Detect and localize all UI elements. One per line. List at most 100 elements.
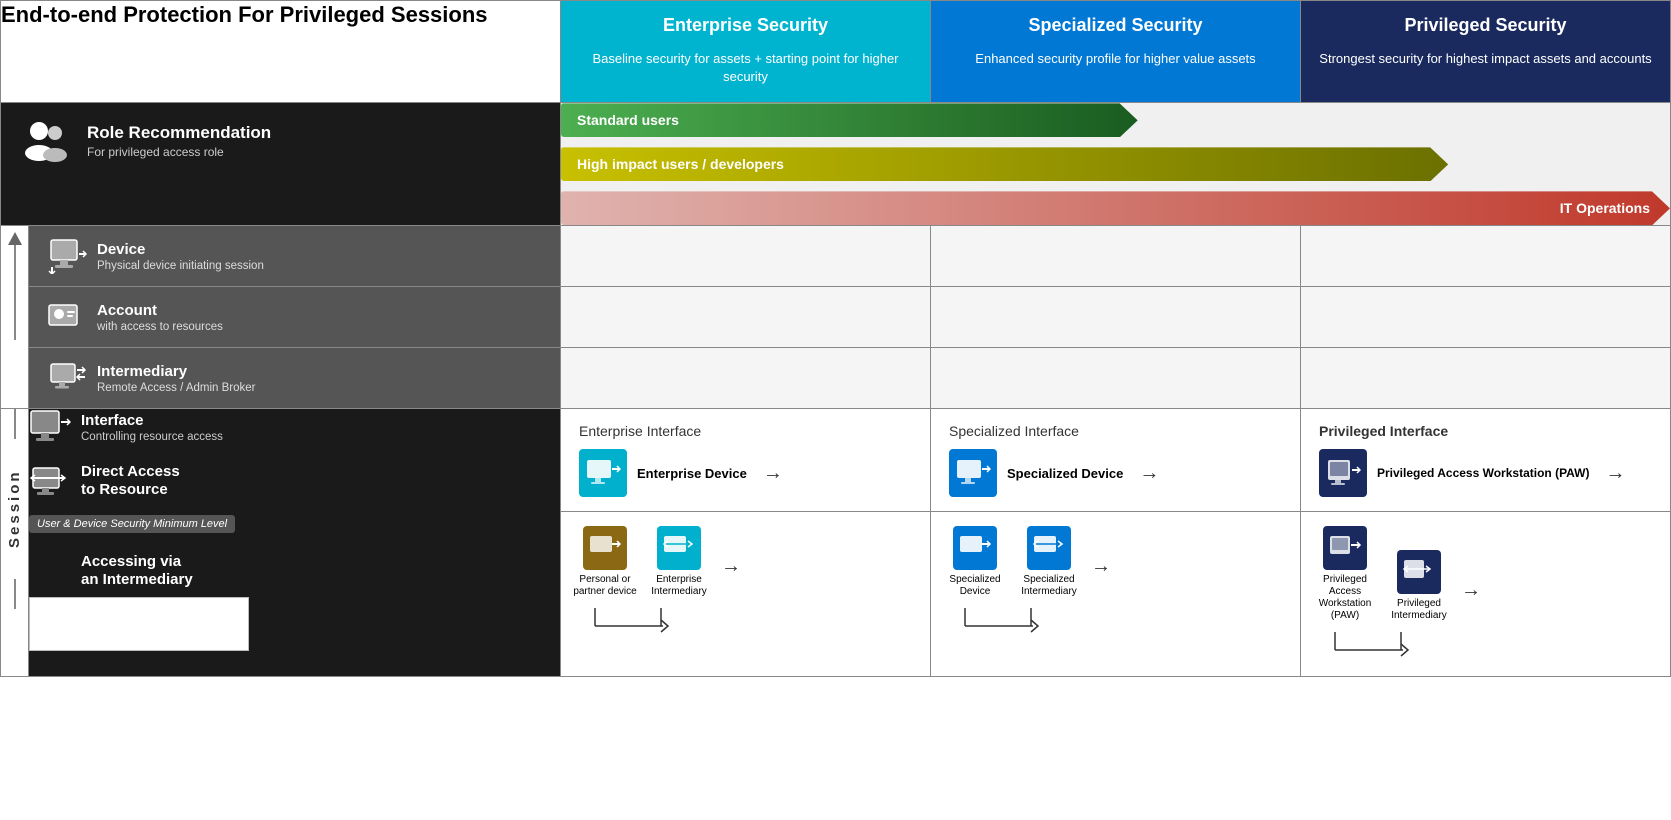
- intermediary-privileged: [1301, 348, 1671, 409]
- specialized-via-arrow: →: [1091, 555, 1111, 578]
- priv-via-dev1-icon: [1328, 534, 1362, 562]
- specialized-interface-label: Specialized Interface: [949, 423, 1282, 439]
- privileged-interface-label: Privileged Interface: [1319, 423, 1652, 439]
- enterprise-device-label: Enterprise Device: [637, 466, 747, 481]
- account-title: Account: [97, 302, 223, 319]
- direct-access-icon-row: Direct Access to Resource: [29, 463, 560, 499]
- privileged-via-device1: Privileged Access Workstation (PAW): [1313, 526, 1377, 622]
- note-text: Note: Additional restrictions may be req…: [42, 606, 222, 642]
- privileged-via-arrow: →: [1461, 579, 1481, 602]
- role-title: Role Recommendation: [87, 123, 271, 143]
- direct-access-icon: [29, 463, 71, 499]
- privileged-via-devices: Privileged Access Workstation (PAW): [1313, 526, 1658, 622]
- note-box: Note: Additional restrictions may be req…: [29, 597, 249, 651]
- enterprise-via-flow: [573, 606, 723, 638]
- privileged-via-device2: Privileged Intermediary: [1387, 550, 1451, 622]
- specialized-intermediary-icon: [1027, 526, 1071, 570]
- specialized-header: Specialized Security Enhanced security p…: [931, 1, 1301, 103]
- privileged-desc: Strongest security for highest impact as…: [1301, 44, 1670, 84]
- role-arrows-container: Standard users High impact users / devel…: [561, 103, 1670, 225]
- specialized-via-device2: Specialized Intermediary: [1017, 526, 1081, 598]
- privileged-via-device1-icon: [1323, 526, 1367, 570]
- specialized-label: Specialized Security: [931, 1, 1300, 44]
- specialized-via-container: Specialized Device: [943, 526, 1288, 638]
- privileged-device-icon: [1325, 458, 1361, 488]
- enterprise-via-cell: Personal or partner device: [561, 512, 931, 677]
- enterprise-direct-device: Enterprise Device →: [579, 449, 912, 497]
- intermediary-label-area: Intermediary Remote Access / Admin Broke…: [97, 363, 256, 394]
- itops-users-row: IT Operations: [561, 191, 1670, 225]
- privileged-interface-cell: Privileged Interface Privileged Access W…: [1301, 409, 1671, 512]
- specialized-via-device1: Specialized Device: [943, 526, 1007, 598]
- highimpact-users-label: High impact users / developers: [577, 156, 784, 172]
- direct-access-section: Direct Access to Resource User & Device …: [29, 463, 560, 533]
- enterprise-interface-label: Enterprise Interface: [579, 423, 912, 439]
- priv-via-dev2-icon: [1402, 558, 1436, 586]
- role-recommendation-cell: Role Recommendation For privileged acces…: [1, 103, 561, 226]
- min-level-badge: User & Device Security Minimum Level: [29, 515, 235, 533]
- main-title: End-to-end Protection For Privileged Ses…: [1, 1, 560, 30]
- standard-users-row: Standard users: [561, 103, 1670, 137]
- specialized-via-device1-label: Specialized Device: [943, 574, 1007, 598]
- device-icon-row: Device Physical device initiating sessio…: [29, 226, 560, 286]
- account-icon: [47, 299, 87, 335]
- enterprise-via-container: Personal or partner device: [573, 526, 918, 638]
- device-icon: [47, 238, 87, 274]
- personal-device-icon: [588, 534, 622, 562]
- specialized-via-devices: Specialized Device: [943, 526, 1288, 598]
- highimpact-users-row: High impact users / developers: [561, 147, 1670, 181]
- enterprise-via-device1: Personal or partner device: [573, 526, 637, 598]
- session-label-col: Session: [1, 409, 29, 677]
- specialized-device-label: Specialized Device: [1007, 466, 1123, 481]
- enterprise-via-device1-icon: [583, 526, 627, 570]
- intermediary-subtitle: Remote Access / Admin Broker: [97, 382, 256, 394]
- session-label: Session: [6, 439, 23, 579]
- standard-users-arrow: Standard users: [561, 103, 1138, 137]
- device-enterprise: [561, 226, 931, 287]
- account-privileged: [1301, 287, 1671, 348]
- interface-title: Interface: [81, 412, 223, 429]
- privileged-direct-arrow: →: [1606, 462, 1626, 485]
- privileged-via-device1-label: Privileged Access Workstation (PAW): [1313, 574, 1377, 622]
- privileged-intermediary-icon: [1397, 550, 1441, 594]
- specialized-device-icon-box: [949, 449, 997, 497]
- enterprise-desc: Baseline security for assets + starting …: [561, 44, 930, 102]
- role-icon-area: Role Recommendation For privileged acces…: [1, 103, 560, 179]
- session-arrow-container: [1, 226, 28, 346]
- enterprise-inter-device-icon: [662, 534, 696, 562]
- account-specialized: [931, 287, 1301, 348]
- privileged-header: Privileged Security Strongest security f…: [1301, 1, 1671, 103]
- specialized-via-flow: [943, 606, 1093, 638]
- itops-arrow: IT Operations: [561, 191, 1670, 225]
- accessing-via-title: Accessing via an Intermediary: [81, 553, 193, 589]
- privileged-direct-device: Privileged Access Workstation (PAW) →: [1319, 449, 1652, 497]
- specialized-interface-cell: Specialized Interface Specialized Device…: [931, 409, 1301, 512]
- interface-icon: [29, 409, 71, 445]
- device-title: Device: [97, 241, 264, 258]
- interface-subtitle: Controlling resource access: [81, 431, 223, 443]
- specialized-via-device2-label: Specialized Intermediary: [1017, 574, 1081, 598]
- specialized-via-cell: Specialized Device: [931, 512, 1301, 677]
- account-subtitle: with access to resources: [97, 321, 223, 333]
- session-line-bottom: [14, 579, 16, 609]
- account-enterprise: [561, 287, 931, 348]
- accessing-via-section: Accessing via an Intermediary Note: Addi…: [29, 553, 560, 651]
- specialized-direct-device: Specialized Device →: [949, 449, 1282, 497]
- role-arrows-cell: Standard users High impact users / devel…: [561, 103, 1671, 226]
- enterprise-device-icon-box: [579, 449, 627, 497]
- specialized-desc: Enhanced security profile for higher val…: [931, 44, 1300, 84]
- session-arrow-col: [1, 226, 29, 409]
- specialized-via-device1-icon: [953, 526, 997, 570]
- device-label-area: Device Physical device initiating sessio…: [97, 241, 264, 272]
- interface-left-cell: Interface Controlling resource access: [29, 409, 561, 677]
- privileged-device-label: Privileged Access Workstation (PAW): [1377, 466, 1590, 480]
- intermediary-title: Intermediary: [97, 363, 256, 380]
- specialized-device-icon: [955, 458, 991, 488]
- account-icon-row: Account with access to resources: [29, 287, 560, 347]
- session-line-top: [14, 409, 16, 439]
- standard-users-label: Standard users: [577, 112, 679, 128]
- itops-label: IT Operations: [1560, 200, 1650, 216]
- device-subtitle: Physical device initiating session: [97, 260, 264, 272]
- enterprise-via-device1-label: Personal or partner device: [573, 574, 637, 598]
- enterprise-device-icon: [585, 458, 621, 488]
